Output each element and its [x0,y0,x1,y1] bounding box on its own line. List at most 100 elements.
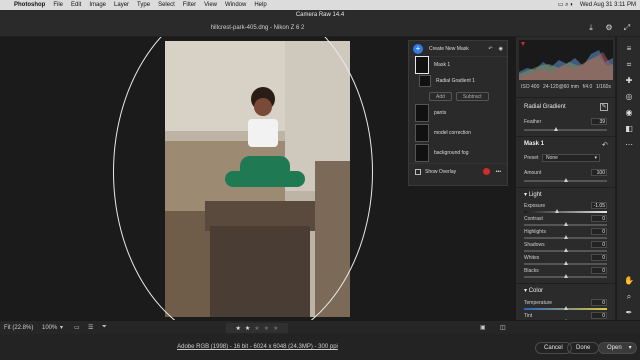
masking-icon[interactable]: ◎ [623,91,635,103]
highlights-slider-knob[interactable] [563,235,568,239]
color-title[interactable]: Color [529,288,543,294]
mask-thumbnail[interactable] [415,124,429,142]
whites-slider[interactable] [524,261,607,265]
gear-icon[interactable]: ⚙ [604,23,614,33]
tint-value[interactable]: 0 [591,312,607,319]
menu-edit[interactable]: Edit [71,2,81,8]
menu-select[interactable]: Select [158,2,175,8]
contrast-value[interactable]: 0 [591,215,607,222]
exposure-slider-knob[interactable] [555,209,560,213]
brush-icon[interactable]: ✎ [600,103,608,111]
mask-thumbnail[interactable] [415,144,429,162]
mask-group[interactable]: pants [409,103,507,123]
feather-slider-knob[interactable] [554,127,559,131]
chevron-down-icon[interactable]: ▾ [629,343,632,354]
crop-icon[interactable]: ⌗ [623,59,635,71]
single-view-icon[interactable]: ▣ [480,324,486,331]
star-icon[interactable]: ★ [264,325,269,332]
filmstrip-icon[interactable]: ▭ [74,324,80,331]
overlay-color-swatch[interactable] [482,168,490,175]
shadows-value[interactable]: 0 [591,241,607,248]
light-section-header[interactable]: ▾ Light [524,191,542,198]
whites-slider-knob[interactable] [563,261,568,265]
mask-thumbnail[interactable] [415,104,429,122]
mask-group[interactable]: Mask 1 [409,56,507,74]
whites-value[interactable]: 0 [591,254,607,261]
amount-value[interactable]: 100 [591,169,607,176]
presets-icon[interactable]: ◧ [623,123,635,135]
show-overlay-checkbox[interactable] [415,168,421,175]
zoom-icon[interactable]: ⌕ [623,291,635,303]
create-mask-icon[interactable]: + [413,43,423,54]
radial-gradient-overlay[interactable] [113,37,373,320]
more-icon[interactable]: ••• [496,169,501,175]
save-icon[interactable]: ⤓ [586,23,596,33]
zoom-fit-button[interactable]: Fit (22.8%) [4,325,33,331]
menu-type[interactable]: Type [137,2,150,8]
add-button[interactable]: Add [429,91,452,101]
mask-group-name[interactable]: pants [434,110,446,116]
before-after-icon[interactable]: ◫ [500,324,506,331]
mask-group[interactable]: background fog [409,143,507,163]
zoom-100-button[interactable]: 100% [42,325,57,331]
mask-component-name[interactable]: Radial Gradient 1 [436,78,475,84]
reset-icon[interactable]: ↶ [602,141,608,149]
rating[interactable]: ★ ★ ★ ★ ★ [226,323,288,333]
menu-window[interactable]: Window [225,2,246,8]
blacks-slider-knob[interactable] [563,274,568,278]
menu-file[interactable]: File [53,2,63,8]
amount-slider[interactable] [524,178,607,182]
star-icon[interactable]: ★ [254,325,259,332]
done-button[interactable]: Done [567,342,600,354]
exposure-slider[interactable] [524,209,607,213]
menu-layer[interactable]: Layer [114,2,129,8]
shadows-slider-knob[interactable] [563,248,568,252]
show-overlay-label[interactable]: Show Overlay [425,169,456,175]
more-options-icon[interactable]: ⋯ [623,139,635,151]
mask-thumbnail[interactable] [415,56,429,74]
star-icon[interactable]: ★ [245,325,250,332]
contrast-slider[interactable] [524,222,607,226]
open-button[interactable]: Open ▾ [598,342,637,354]
sort-icon[interactable]: ☰ [88,324,93,331]
highlights-value[interactable]: 0 [591,228,607,235]
red-eye-icon[interactable]: ◉ [623,107,635,119]
feather-slider[interactable] [524,127,607,131]
temperature-value[interactable]: 0 [591,299,607,306]
chevron-down-icon[interactable]: ▾ [60,324,63,331]
filter-icon[interactable]: ⏷ [102,324,107,331]
feather-value[interactable]: 39 [591,118,607,125]
mask-group[interactable]: model correction [409,123,507,143]
star-icon[interactable]: ★ [273,325,278,332]
open-label[interactable]: Open [607,345,622,351]
clock[interactable]: Wed Aug 31 3:11 PM [580,2,636,8]
create-new-mask-button[interactable]: Create New Mask [429,46,469,52]
preset-value[interactable]: None [546,155,558,161]
heal-icon[interactable]: ✚ [623,75,635,87]
workflow-options-link[interactable]: Adobe RGB (1998) - 16 bit - 6024 x 6048 … [0,344,515,350]
blacks-slider[interactable] [524,274,607,278]
app-menu[interactable]: Photoshop [14,2,45,8]
menu-view[interactable]: View [204,2,217,8]
blacks-value[interactable]: 0 [591,267,607,274]
undo-icon[interactable]: ↶ [488,46,492,52]
preset-dropdown[interactable]: None ▾ [542,154,600,162]
exposure-value[interactable]: -1.05 [591,202,607,209]
contrast-slider-knob[interactable] [563,222,568,226]
status-icons[interactable]: ▭ ⌕ ◐ [558,1,574,9]
mask-group-name[interactable]: background fog [434,150,468,156]
mask-group-name[interactable]: model correction [434,130,471,136]
color-section-header[interactable]: ▾ Color [524,287,543,294]
temperature-slider[interactable] [524,306,607,310]
light-title[interactable]: Light [529,192,542,198]
menu-filter[interactable]: Filter [183,2,196,8]
menu-image[interactable]: Image [89,2,106,8]
sampler-icon[interactable]: ✒ [623,307,635,319]
star-icon[interactable]: ★ [236,325,241,332]
eye-icon[interactable]: ◉ [499,46,503,52]
sliders-icon[interactable]: ≡ [623,43,635,55]
highlights-slider[interactable] [524,235,607,239]
shadows-slider[interactable] [524,248,607,252]
temperature-slider-knob[interactable] [563,306,568,310]
menu-help[interactable]: Help [254,2,266,8]
